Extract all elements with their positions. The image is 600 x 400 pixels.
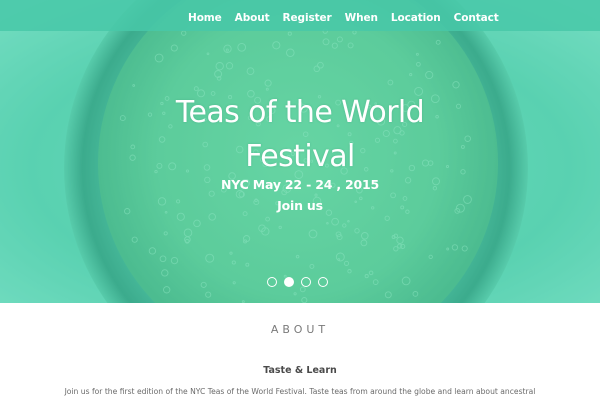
- carousel-dot-3[interactable]: [301, 277, 311, 287]
- about-heading: ABOUT: [270, 323, 330, 336]
- about-body-text: Join us for the first edition of the NYC…: [64, 387, 536, 396]
- about-section: ABOUT Taste & Learn Join us for the firs…: [0, 303, 600, 400]
- hero-title-line-1: Teas of the World: [175, 95, 425, 130]
- carousel-dot-1[interactable]: [267, 277, 277, 287]
- page: Home About Register When Location Contac…: [0, 0, 600, 400]
- nav-when-link[interactable]: When: [345, 12, 378, 24]
- hero-title: Teas of the World Festival: [0, 91, 600, 179]
- nav-home-link[interactable]: Home: [188, 12, 222, 24]
- hero-section: Home About Register When Location Contac…: [0, 0, 600, 303]
- hero-title-line-2: Festival: [245, 139, 355, 174]
- nav-links: Home About Register When Location Contac…: [188, 0, 512, 31]
- carousel-indicators: [267, 277, 328, 289]
- join-us-link[interactable]: Join us: [277, 198, 323, 213]
- about-subheading: Taste & Learn: [263, 365, 337, 376]
- nav-location-link[interactable]: Location: [391, 12, 441, 24]
- nav-register-link[interactable]: Register: [283, 12, 332, 24]
- event-date: NYC May 22 - 24 , 2015: [220, 177, 380, 192]
- carousel-dot-2[interactable]: [284, 277, 294, 287]
- nav-about-link[interactable]: About: [235, 12, 270, 24]
- top-navbar: Home About Register When Location Contac…: [0, 0, 600, 31]
- join-us-wrapper: Join us: [0, 195, 600, 214]
- carousel-dot-4[interactable]: [318, 277, 328, 287]
- nav-contact-link[interactable]: Contact: [454, 12, 499, 24]
